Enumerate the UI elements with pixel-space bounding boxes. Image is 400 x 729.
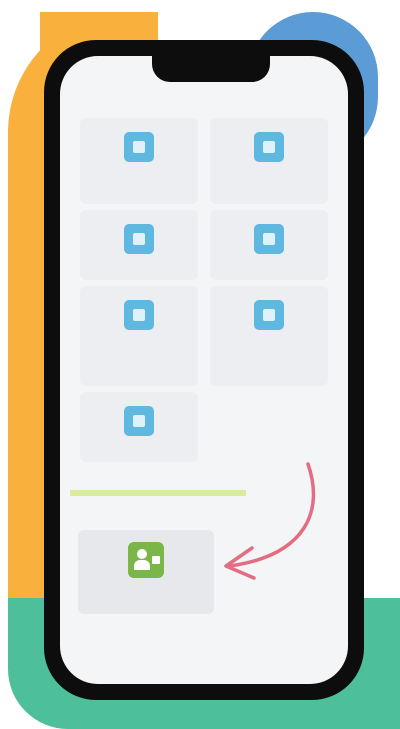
feature-tile-3[interactable]: [80, 210, 198, 280]
pointer-arrow-icon: [224, 462, 316, 580]
phone-frame: [44, 40, 364, 700]
calendar-icon: [124, 224, 154, 254]
highlighted-feature-tile[interactable]: [78, 530, 214, 614]
feature-tile-7[interactable]: [80, 392, 198, 462]
transfer-icon: [254, 224, 284, 254]
plus-square-icon: [124, 132, 154, 162]
chart-icon: [254, 300, 284, 330]
add-user-icon: [128, 542, 164, 578]
document-icon: [124, 300, 154, 330]
id-card-icon: [124, 406, 154, 436]
feature-tile-4[interactable]: [210, 210, 328, 280]
monitor-icon: [254, 132, 284, 162]
feature-tile-1[interactable]: [80, 118, 198, 204]
feature-tile-5[interactable]: [80, 286, 198, 386]
phone-notch: [152, 56, 270, 82]
feature-tile-6[interactable]: [210, 286, 328, 386]
feature-tile-2[interactable]: [210, 118, 328, 204]
